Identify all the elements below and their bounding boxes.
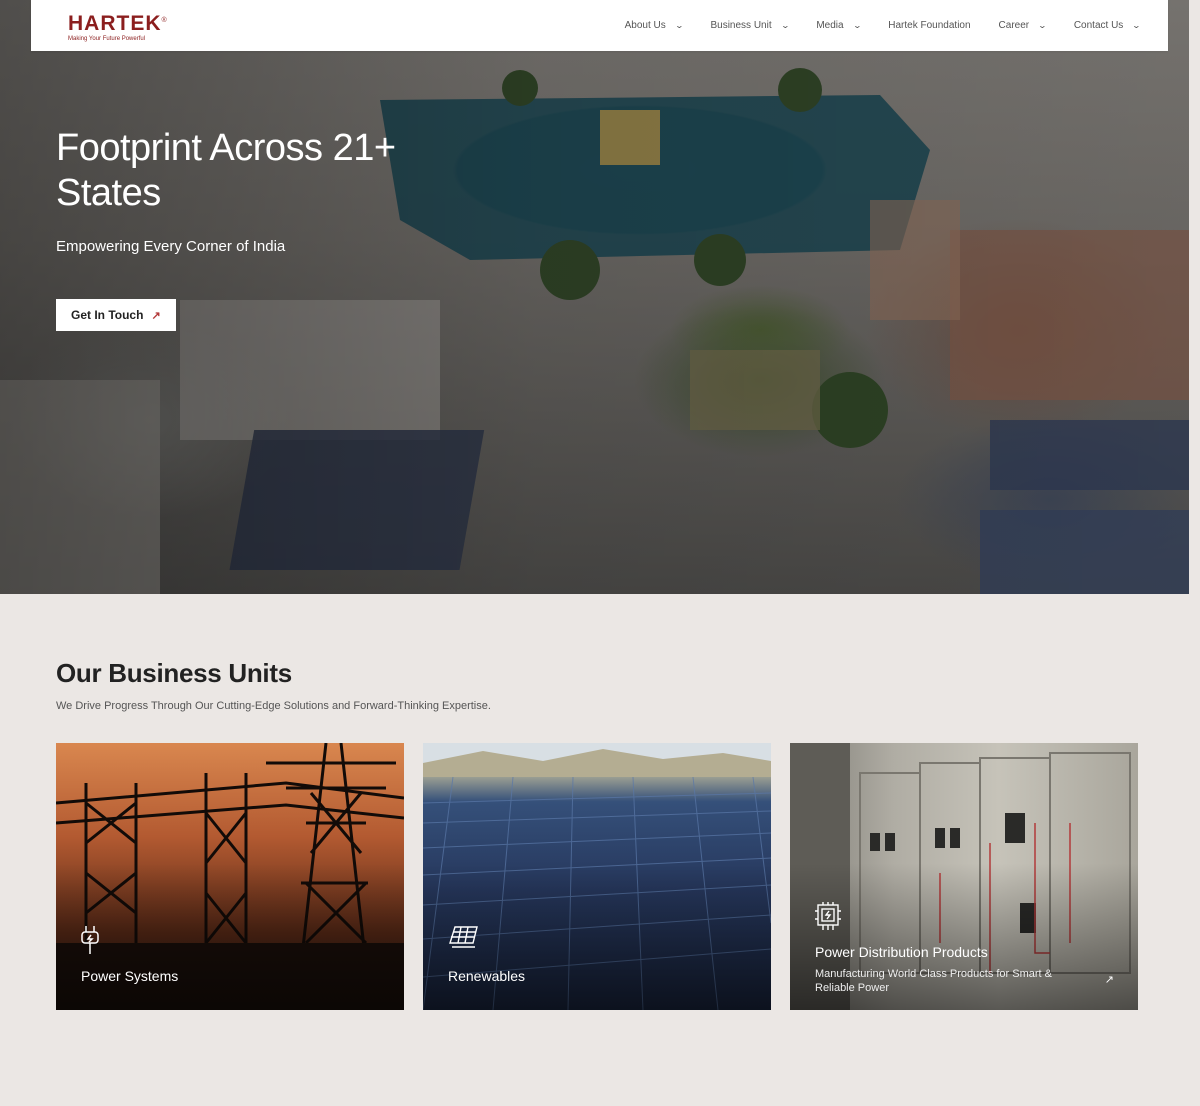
chevron-down-icon: ⌄ (1037, 21, 1048, 30)
main-nav: About Us ⌄ Business Unit ⌄ Media ⌄ Harte… (611, 0, 1154, 51)
get-in-touch-button[interactable]: Get In Touch ↗ (56, 299, 176, 331)
site-header: HARTEK® Making Your Future Powerful Abou… (31, 0, 1168, 51)
hero-title-line1: Footprint Across 21+ (56, 127, 396, 169)
arrow-up-right-icon[interactable]: ↗ (1105, 973, 1114, 986)
hero-subtitle: Empowering Every Corner of India (56, 238, 286, 255)
hero-banner: Footprint Across 21+ States Empowering E… (0, 0, 1189, 594)
card-power-systems[interactable]: Power Systems (56, 743, 404, 1010)
nav-item-media[interactable]: Media ⌄ (802, 0, 874, 51)
card-label: Power Systems (81, 968, 179, 984)
solar-panel-icon (447, 925, 481, 956)
chevron-down-icon: ⌄ (780, 21, 790, 30)
logo-tagline: Making Your Future Powerful (68, 35, 146, 42)
card-power-distribution-products[interactable]: Power Distribution Products Manufacturin… (790, 743, 1138, 1010)
nav-item-career[interactable]: Career ⌄ (985, 0, 1060, 51)
card-renewables[interactable]: Renewables (423, 743, 771, 1010)
circuit-board-icon (814, 901, 842, 936)
nav-item-contact-us[interactable]: Contact Us ⌄ (1060, 0, 1154, 51)
card-label: Power Distribution Products (815, 944, 988, 960)
card-description: Manufacturing World Class Products for S… (815, 968, 1052, 994)
logo-wordmark: HARTEK® (68, 11, 168, 35)
nav-item-about-us[interactable]: About Us ⌄ (611, 0, 697, 51)
arrow-up-right-icon: ↗ (151, 309, 161, 322)
hartek-logo[interactable]: HARTEK® Making Your Future Powerful (68, 10, 168, 42)
plug-icon (80, 925, 100, 960)
business-units-subtitle: We Drive Progress Through Our Cutting-Ed… (56, 700, 491, 712)
chevron-down-icon: ⌄ (1131, 21, 1142, 30)
nav-item-business-unit[interactable]: Business Unit ⌄ (696, 0, 802, 51)
hero-content: Footprint Across 21+ States Empowering E… (56, 126, 476, 331)
chevron-down-icon: ⌄ (674, 21, 684, 30)
chevron-down-icon: ⌄ (852, 21, 862, 30)
card-label: Renewables (448, 968, 526, 984)
get-in-touch-label: Get In Touch (71, 308, 144, 322)
nav-item-hartek-foundation[interactable]: Hartek Foundation (874, 0, 984, 51)
hero-title: Footprint Across 21+ States (56, 126, 476, 216)
hero-title-line2: States (56, 172, 161, 214)
business-units-title: Our Business Units (56, 658, 292, 688)
